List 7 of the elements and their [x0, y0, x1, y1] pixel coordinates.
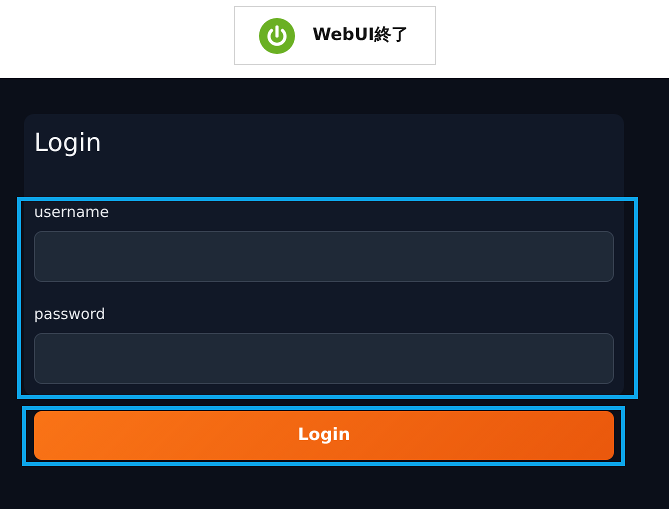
quit-button[interactable]: WebUI終了 — [234, 6, 436, 65]
power-icon — [258, 18, 294, 54]
input-field[interactable] — [34, 333, 614, 384]
field-label: password — [34, 305, 106, 323]
field-label: username — [34, 203, 110, 221]
login-title: Login — [34, 128, 102, 158]
input-field[interactable] — [34, 231, 614, 282]
